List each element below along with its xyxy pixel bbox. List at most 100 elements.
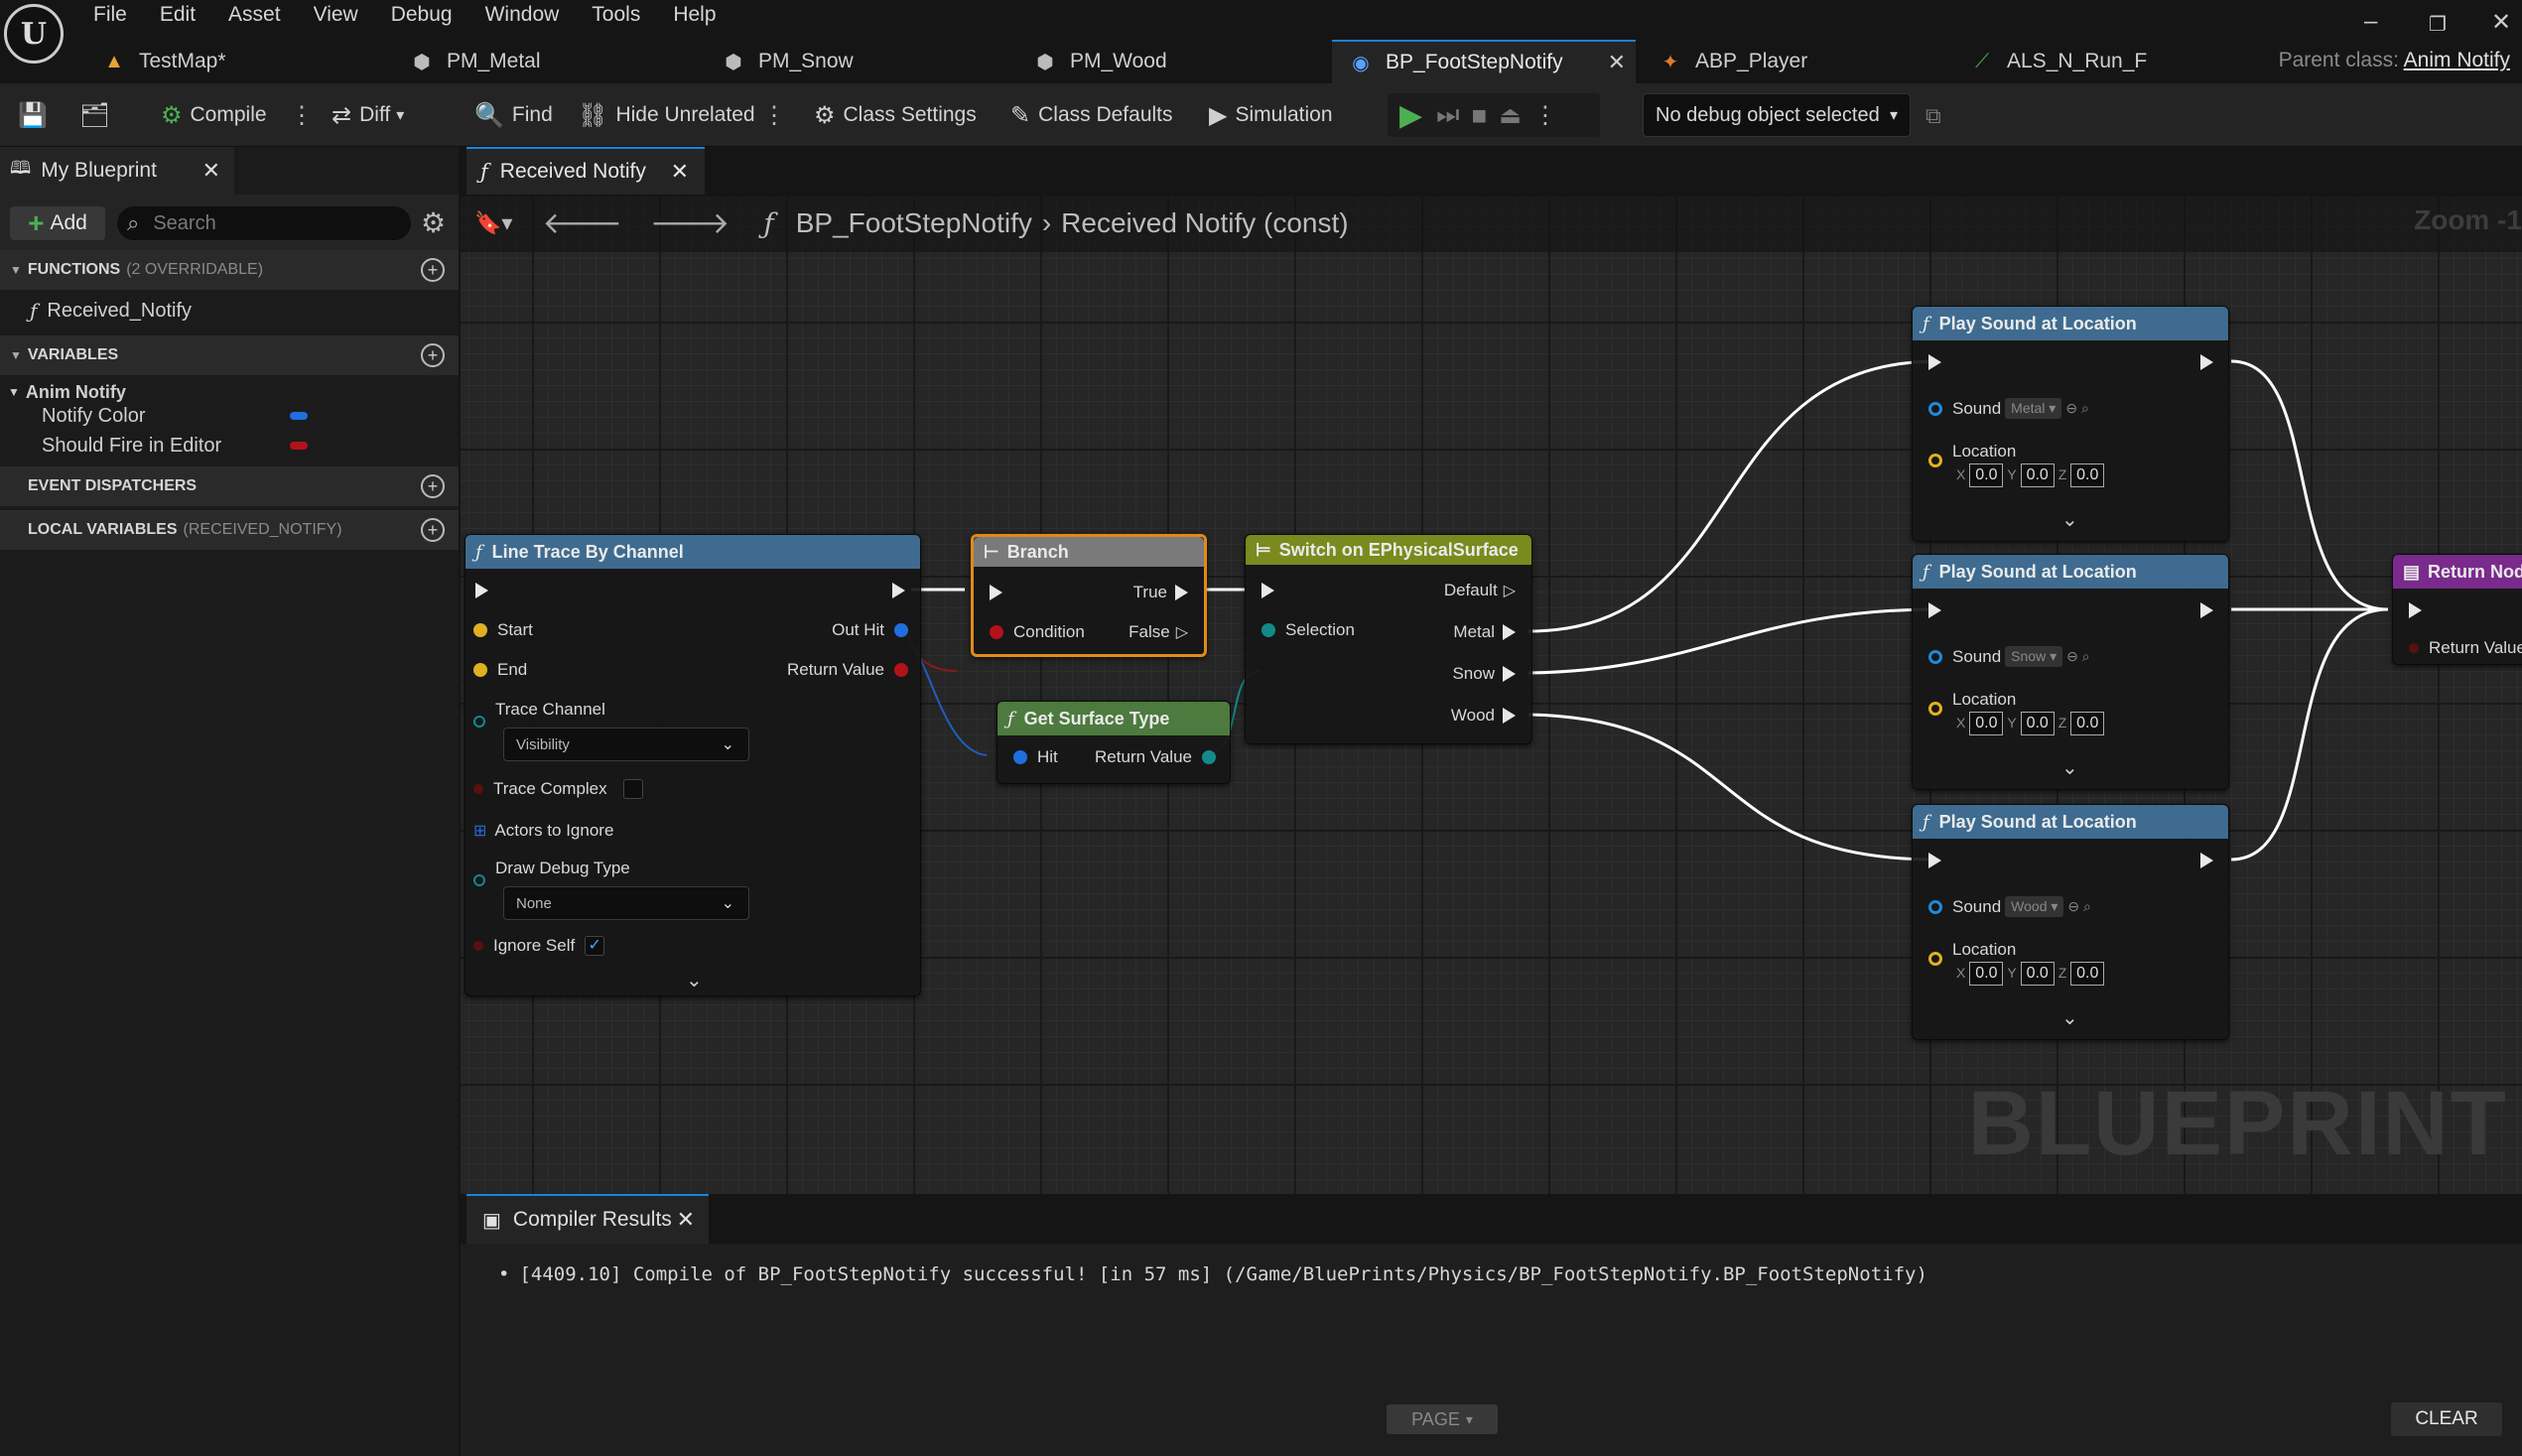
- play-sound-node-snow[interactable]: ƒ Play Sound at Location Sound Snow ▾ ⊖ ⌕ L…: [1912, 554, 2229, 790]
- search-input[interactable]: ⌕ Search: [117, 206, 411, 240]
- event-dispatchers-section-header[interactable]: EVENT DISPATCHERS +: [0, 466, 459, 506]
- draw-debug-type-pin[interactable]: Draw Debug Type: [473, 859, 630, 886]
- blueprint-graph[interactable]: 🔖▾ 🡐 🡒 ƒ BP_FootStepNotify › Received No…: [461, 195, 2522, 1194]
- compile-options-button[interactable]: ⋮: [290, 83, 314, 147]
- debug-filter-icon[interactable]: ⧉: [1925, 103, 1941, 129]
- trace-complex-checkbox[interactable]: [622, 779, 643, 799]
- class-defaults-button[interactable]: ✎ Class Defaults: [1010, 83, 1173, 147]
- wood-pin[interactable]: Wood: [1451, 706, 1516, 726]
- play-icon[interactable]: ▶: [1399, 98, 1422, 133]
- tab-received-notify[interactable]: ƒ Received Notify ✕: [466, 147, 705, 195]
- find-button[interactable]: 🔍 Find: [474, 83, 553, 147]
- location-pin[interactable]: Location X 0.0 Y 0.0 Z 0.0: [1928, 442, 2105, 487]
- menu-debug[interactable]: Debug: [391, 3, 453, 27]
- false-pin[interactable]: False ▷: [1128, 622, 1188, 642]
- close-tab-icon[interactable]: ✕: [677, 1207, 695, 1233]
- draw-debug-type-select[interactable]: None ⌄: [503, 886, 749, 920]
- sound-asset-select[interactable]: Metal ▾: [2005, 398, 2062, 419]
- add-button[interactable]: + Add: [10, 206, 105, 240]
- add-event-dispatcher-icon[interactable]: +: [421, 474, 445, 498]
- sound-pin[interactable]: Sound Wood ▾ ⊖ ⌕: [1928, 896, 2091, 917]
- exec-in-pin[interactable]: [1928, 354, 1941, 370]
- browse-button[interactable]: 🗂: [79, 83, 117, 147]
- expand-advanced-icon[interactable]: ⌄: [2061, 1005, 2078, 1030]
- exec-in-pin[interactable]: [475, 583, 488, 598]
- close-tab-icon[interactable]: ✕: [671, 159, 689, 185]
- sound-pin[interactable]: Sound Snow ▾ ⊖ ⌕: [1928, 646, 2090, 667]
- tab-compiler-results[interactable]: ▣ Compiler Results ✕: [466, 1194, 709, 1244]
- tab-pm-metal[interactable]: ⬢ PM_Metal: [393, 40, 691, 83]
- menu-view[interactable]: View: [314, 3, 358, 27]
- eject-icon[interactable]: ⏏: [1499, 101, 1522, 130]
- gear-icon[interactable]: ⚙: [421, 206, 446, 239]
- x-value[interactable]: 0.0: [1969, 712, 2004, 735]
- line-trace-node[interactable]: ƒ Line Trace By Channel Start End Out Hit…: [465, 534, 921, 996]
- surface-return-pin[interactable]: Return Value: [1095, 747, 1216, 767]
- save-button[interactable]: 💾: [18, 83, 56, 147]
- hit-pin[interactable]: Hit: [1013, 747, 1058, 767]
- end-pin[interactable]: End: [473, 660, 527, 680]
- location-pin[interactable]: Location X 0.0 Y 0.0 Z 0.0: [1928, 690, 2105, 735]
- functions-section-header[interactable]: ▼ FUNCTIONS (2 OVERRIDABLE) +: [0, 250, 459, 290]
- exec-out-pin[interactable]: [2200, 853, 2213, 868]
- add-function-icon[interactable]: +: [421, 258, 445, 282]
- return-value-pin[interactable]: Return Value: [2409, 638, 2522, 658]
- stop-icon[interactable]: ■: [1471, 100, 1487, 131]
- start-pin[interactable]: Start: [473, 620, 533, 640]
- tab-testmap[interactable]: ▲ TestMap*: [85, 40, 383, 83]
- exec-out-pin[interactable]: [892, 583, 905, 598]
- expand-advanced-icon[interactable]: ⌄: [686, 968, 703, 993]
- sound-asset-select[interactable]: Wood ▾: [2005, 896, 2064, 917]
- sound-asset-select[interactable]: Snow ▾: [2005, 646, 2063, 667]
- expand-advanced-icon[interactable]: ⌄: [2061, 755, 2078, 780]
- menu-edit[interactable]: Edit: [160, 3, 196, 27]
- diff-button[interactable]: ⇄ Diff ▾: [332, 83, 404, 147]
- y-value[interactable]: 0.0: [2020, 712, 2055, 735]
- sound-pin[interactable]: Sound Metal ▾ ⊖ ⌕: [1928, 398, 2089, 419]
- exec-in-pin[interactable]: [990, 585, 1002, 600]
- get-surface-type-node[interactable]: ƒ Get Surface Type Hit Return Value: [996, 701, 1231, 784]
- exec-in-pin[interactable]: [2409, 602, 2422, 618]
- parent-class-link[interactable]: Anim Notify: [2404, 49, 2510, 71]
- tab-pm-snow[interactable]: ⬢ PM_Snow: [705, 40, 1002, 83]
- minimize-icon[interactable]: –: [2364, 8, 2377, 36]
- tab-bp-footstepnotify[interactable]: ◉ BP_FootStepNotify ✕: [1332, 40, 1636, 83]
- play-sound-node-wood[interactable]: ƒ Play Sound at Location Sound Wood ▾ ⊖ ⌕ L…: [1912, 804, 2229, 1040]
- true-pin[interactable]: True: [1133, 583, 1188, 602]
- step-icon[interactable]: ⏭: [1436, 99, 1459, 131]
- function-item[interactable]: ƒ Received_Notify: [0, 294, 459, 328]
- out-hit-pin[interactable]: Out Hit: [832, 620, 908, 640]
- variable-item[interactable]: Should Fire in Editor: [0, 429, 459, 463]
- ignore-self-checkbox[interactable]: ✓: [585, 936, 605, 956]
- menu-file[interactable]: File: [93, 3, 127, 27]
- close-tab-icon[interactable]: ✕: [1608, 50, 1626, 75]
- x-value[interactable]: 0.0: [1969, 962, 2004, 986]
- hide-unrelated-button[interactable]: ⛓ Hide Unrelated: [578, 83, 755, 147]
- trace-channel-pin[interactable]: Trace Channel: [473, 700, 605, 728]
- unreal-logo-icon[interactable]: U: [4, 4, 64, 64]
- local-variables-section-header[interactable]: LOCAL VARIABLES (RECEIVED_NOTIFY) +: [0, 510, 459, 550]
- z-value[interactable]: 0.0: [2070, 712, 2105, 735]
- close-tab-icon[interactable]: ✕: [202, 158, 220, 184]
- menu-tools[interactable]: Tools: [592, 3, 640, 27]
- variable-item[interactable]: Notify Color: [0, 399, 459, 433]
- return-node[interactable]: ▤ Return Node Return Value: [2392, 554, 2522, 665]
- exec-in-pin[interactable]: [1928, 853, 1941, 868]
- play-options-icon[interactable]: ⋮: [1533, 101, 1557, 130]
- expand-advanced-icon[interactable]: ⌄: [2061, 507, 2078, 532]
- browse-asset-icon[interactable]: ⊖ ⌕: [2067, 898, 2090, 915]
- selection-pin[interactable]: Selection: [1261, 620, 1355, 640]
- compile-button[interactable]: ⚙ Compile: [161, 83, 267, 147]
- exec-out-pin[interactable]: [2200, 354, 2213, 370]
- class-settings-button[interactable]: ⚙ Class Settings: [814, 83, 977, 147]
- simulation-button[interactable]: ▶ Simulation: [1209, 83, 1333, 147]
- tab-als-n-run-f[interactable]: ⟋ ALS_N_Run_F: [1953, 40, 2251, 83]
- debug-object-select[interactable]: No debug object selected ▾: [1643, 93, 1911, 137]
- snow-pin[interactable]: Snow: [1452, 664, 1516, 684]
- return-value-pin[interactable]: Return Value: [787, 660, 908, 680]
- z-value[interactable]: 0.0: [2070, 962, 2105, 986]
- default-pin[interactable]: Default ▷: [1444, 581, 1516, 600]
- menu-help[interactable]: Help: [673, 3, 716, 27]
- y-value[interactable]: 0.0: [2020, 463, 2055, 487]
- hide-unrelated-options-button[interactable]: ⋮: [762, 83, 786, 147]
